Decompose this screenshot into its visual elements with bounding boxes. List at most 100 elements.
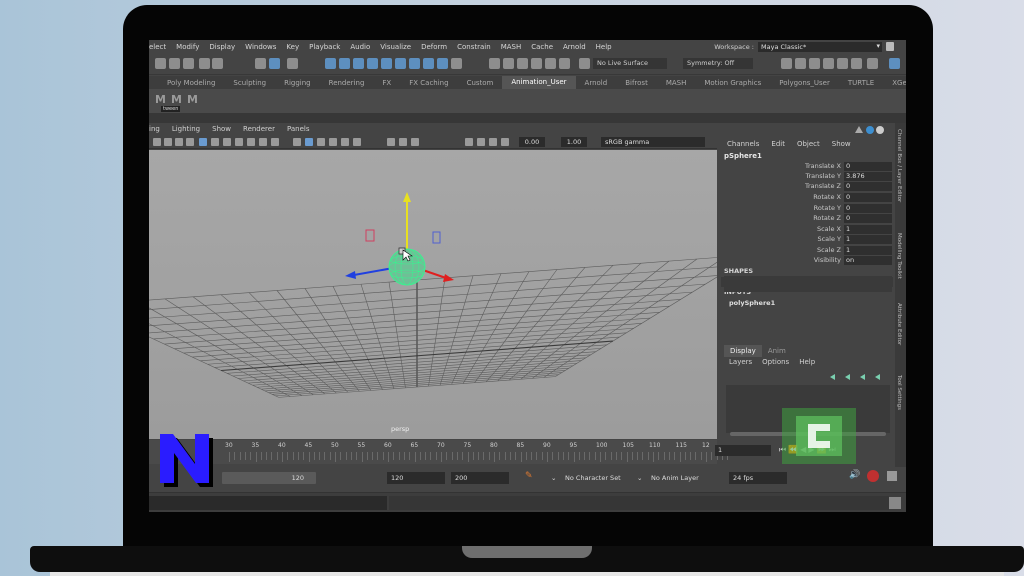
symmetry-dropdown[interactable]: Symmetry: Off (683, 58, 753, 69)
tab-rendering[interactable]: Rendering (320, 79, 374, 87)
smooth-shade-icon[interactable] (305, 138, 313, 146)
xray-joints-icon[interactable] (489, 138, 497, 146)
tab-turtle[interactable]: TURTLE (839, 79, 883, 87)
arnold-render-icon[interactable] (851, 58, 862, 69)
open-scene-icon[interactable] (169, 58, 180, 69)
ao-icon[interactable] (387, 138, 395, 146)
attr-value[interactable]: 1 (844, 225, 892, 234)
menu-select[interactable]: elect (149, 43, 171, 51)
default-material-icon[interactable] (317, 138, 325, 146)
pin-icon[interactable] (855, 126, 863, 133)
menu-arnold[interactable]: Arnold (558, 43, 591, 51)
image-plane-icon[interactable] (186, 138, 194, 146)
mask-vertex-icon[interactable] (325, 58, 336, 69)
menu-constrain[interactable]: Constrain (452, 43, 496, 51)
wireframe-icon[interactable] (293, 138, 301, 146)
tab-bifrost[interactable]: Bifrost (616, 79, 657, 87)
select-hierarchy-icon[interactable] (269, 58, 280, 69)
character-set-caret[interactable]: ⌄ (551, 472, 556, 484)
attr-scale-y[interactable]: Scale Y 1 (721, 235, 893, 245)
new-layer-selected-icon[interactable] (875, 374, 880, 380)
gate-mask-icon[interactable] (235, 138, 243, 146)
attr-rotate-x[interactable]: Rotate X 0 (721, 193, 893, 203)
x-axis-arrow[interactable] (443, 274, 454, 282)
tab-xgen-user[interactable]: XGen_Use (883, 79, 906, 87)
perspective-viewport[interactable]: persp (149, 150, 717, 439)
ipr-render-icon[interactable] (809, 58, 820, 69)
settings-icon[interactable] (876, 126, 884, 134)
mask-joint-icon[interactable] (395, 58, 406, 69)
menu-windows[interactable]: Windows (240, 43, 281, 51)
layer-menu-options[interactable]: Options (757, 358, 794, 366)
attr-value[interactable]: 0 (844, 214, 892, 223)
anim-end-field[interactable]: 200 (451, 472, 509, 484)
layer-menu-help[interactable]: Help (794, 358, 820, 366)
select-object-icon[interactable] (287, 58, 298, 69)
snap-curve-icon[interactable] (503, 58, 514, 69)
exposure-field[interactable]: 0.00 (519, 137, 545, 147)
menu-mash[interactable]: MASH (496, 43, 527, 51)
z-axis-arrow[interactable] (345, 271, 356, 279)
workspace-dropdown[interactable]: Maya Classic* (758, 41, 882, 52)
y-axis-arrow[interactable] (403, 192, 411, 202)
attr-rotate-y[interactable]: Rotate Y 0 (721, 204, 893, 214)
attr-value[interactable]: 0 (844, 182, 892, 191)
layer-menu-layers[interactable]: Layers (724, 358, 757, 366)
menu-display[interactable]: Display (204, 43, 240, 51)
mask-dynamic-icon[interactable] (437, 58, 448, 69)
safe-title-icon[interactable] (271, 138, 279, 146)
tab-fx[interactable]: FX (373, 79, 400, 87)
attr-value[interactable]: 0 (844, 193, 892, 202)
tab-fx-caching[interactable]: FX Caching (400, 79, 457, 87)
menu-playback[interactable]: Playback (304, 43, 345, 51)
lock-icon[interactable] (886, 42, 894, 51)
shelf-m2-icon[interactable]: M (187, 93, 198, 106)
character-set-dropdown[interactable]: No Character Set (565, 472, 641, 484)
snap-vertex-icon[interactable] (559, 58, 570, 69)
render-settings-icon[interactable] (823, 58, 834, 69)
render-frame-icon[interactable] (795, 58, 806, 69)
side-tab-channel-box[interactable]: Channel Box / Layer Editor (896, 129, 902, 202)
render-view-icon[interactable] (781, 58, 792, 69)
menu-key[interactable]: Key (281, 43, 304, 51)
prefs-icon[interactable] (887, 471, 897, 481)
isolate-icon[interactable] (465, 138, 473, 146)
audio-icon[interactable]: 🔊 (849, 470, 860, 480)
attr-value[interactable]: 3.876 (844, 172, 892, 181)
range-slider[interactable]: 120 (222, 472, 316, 484)
cb-menu-channels[interactable]: Channels (721, 140, 765, 148)
panel-menu-lighting[interactable]: Lighting (166, 125, 206, 133)
tab-custom[interactable]: Custom (458, 79, 503, 87)
cb-menu-object[interactable]: Object (791, 140, 826, 148)
snap-point-icon[interactable] (517, 58, 528, 69)
object-name[interactable]: pSphere1 (724, 152, 762, 160)
tween-machine-icon[interactable]: M (155, 93, 166, 106)
menu-visualize[interactable]: Visualize (375, 43, 416, 51)
bookmark-icon[interactable] (175, 138, 183, 146)
tab-sculpting[interactable]: Sculpting (224, 79, 275, 87)
side-tab-attribute-editor[interactable]: Attribute Editor (896, 303, 902, 345)
move-layer-up-icon[interactable] (830, 374, 835, 380)
script-editor-icon[interactable] (889, 497, 901, 509)
tab-poly-modeling[interactable]: Poly Modeling (149, 79, 224, 87)
menu-deform[interactable]: Deform (416, 43, 452, 51)
panel-menu-renderer[interactable]: Renderer (237, 125, 281, 133)
select-tool-icon[interactable] (255, 58, 266, 69)
tab-polygons-user[interactable]: Polygons_User (770, 79, 839, 87)
attr-translate-y[interactable]: Translate Y 3.876 (721, 172, 893, 182)
current-frame-field[interactable]: 1 (715, 445, 771, 456)
lights-icon[interactable] (341, 138, 349, 146)
make-live-icon[interactable] (579, 58, 590, 69)
live-surface-field[interactable]: No Live Surface (593, 58, 667, 69)
anim-layer-caret[interactable]: ⌄ (637, 472, 642, 484)
command-input[interactable] (149, 496, 387, 510)
attr-value[interactable]: 1 (844, 246, 892, 255)
panel-menu-show[interactable]: Show (206, 125, 237, 133)
move-layer-down-icon[interactable] (845, 374, 850, 380)
new-scene-icon[interactable] (155, 58, 166, 69)
shadows-icon[interactable] (353, 138, 361, 146)
end-time-field[interactable]: 120 (387, 472, 445, 484)
auto-key-icon[interactable]: ✎ (525, 471, 533, 481)
gamma-field[interactable]: 1.00 (561, 137, 587, 147)
viewport-scene[interactable] (149, 150, 717, 439)
